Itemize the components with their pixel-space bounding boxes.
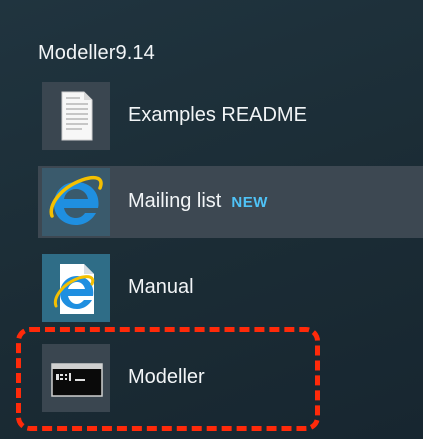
- tile-label: Examples README: [128, 104, 307, 126]
- internet-explorer-icon: [49, 175, 103, 225]
- start-menu-panel: Modeller9.14 Examples README Mailing lis…: [0, 0, 423, 439]
- tile-icon-box: [42, 82, 110, 150]
- new-badge: NEW: [231, 194, 268, 211]
- tile-mailing-list[interactable]: Mailing list NEW: [38, 166, 423, 238]
- document-icon: [61, 91, 93, 141]
- tile-examples-readme[interactable]: Examples README: [38, 80, 423, 152]
- tile-icon-box: [42, 254, 110, 322]
- tile-label: Manual: [128, 276, 194, 298]
- tile-label: Mailing list NEW: [128, 190, 268, 213]
- internet-explorer-document-icon: [53, 264, 95, 314]
- tile-label-text: Mailing list: [128, 190, 222, 212]
- group-title: Modeller9.14: [38, 42, 155, 64]
- tile-manual[interactable]: Manual: [38, 252, 423, 324]
- tile-icon-box: [42, 168, 110, 236]
- highlight-annotation-frame: [16, 327, 320, 431]
